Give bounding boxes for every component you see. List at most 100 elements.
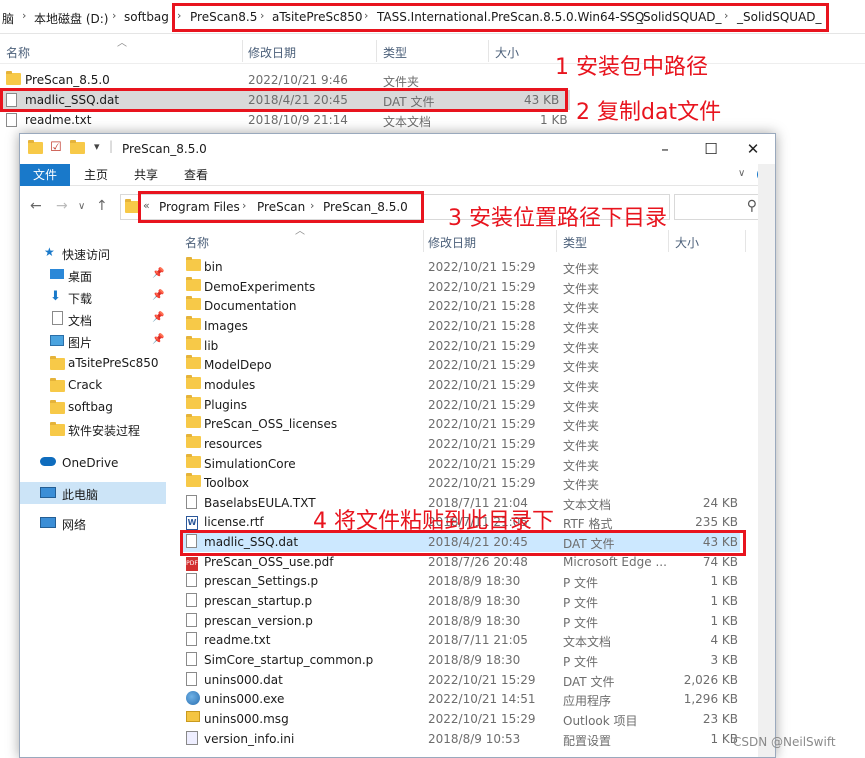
column-size-header[interactable]: 大小 — [495, 44, 519, 61]
file-date: 2022/10/21 15:29 — [428, 397, 536, 412]
close-icon[interactable]: ✕ — [742, 138, 764, 160]
bg-breadcrumb-segment[interactable]: softbag — [124, 10, 169, 24]
file-size: 23 KB — [702, 711, 738, 726]
column-type-header[interactable]: 类型 — [563, 234, 587, 251]
file-date: 2018/7/26 20:48 — [428, 554, 528, 569]
nav-item-documents[interactable]: 文档 📌 — [20, 308, 166, 330]
file-date: 2018/8/9 18:30 — [428, 574, 521, 589]
file-row[interactable]: version_info.ini 2018/8/9 10:53 配置设置 1 KB — [182, 729, 740, 749]
file-type: P 文件 — [563, 655, 599, 669]
bg-file-row[interactable]: readme.txt 2018/10/9 21:14 文本文档 1 KB — [0, 110, 570, 130]
maximize-icon[interactable]: ☐ — [700, 138, 722, 160]
nav-item-crack[interactable]: Crack — [20, 374, 166, 396]
search-input[interactable]: ⚲ — [674, 194, 764, 220]
file-date: 2018/7/11 21:05 — [428, 633, 528, 648]
exe-icon — [186, 691, 200, 708]
nav-label: Crack — [68, 378, 103, 392]
file-row[interactable]: unins000.msg 2022/10/21 15:29 Outlook 项目 23… — [182, 709, 740, 729]
column-name-header[interactable]: 名称 — [185, 234, 209, 251]
nav-item-atsiteprescan850[interactable]: aTsitePreSc850 — [20, 352, 166, 374]
file-row[interactable]: prescan_Settings.p 2018/8/9 18:30 P 文件 1 KB — [182, 571, 740, 591]
file-name: SimulationCore — [204, 456, 296, 471]
file-type: 文本文档 — [563, 635, 612, 650]
file-row[interactable]: DemoExperiments 2022/10/21 15:29 文件夹 — [182, 276, 740, 297]
nav-item-downloads[interactable]: ⬇ 下载 📌 — [20, 286, 166, 308]
file-row[interactable]: SimulationCore 2022/10/21 15:29 文件夹 — [182, 453, 740, 474]
star-icon: ★ — [44, 245, 55, 259]
pdf-icon: PDF — [186, 554, 198, 571]
chevron-right-icon: › — [112, 9, 117, 22]
pin-icon[interactable]: 📌 — [152, 334, 164, 345]
file-row[interactable]: ModelDepo 2022/10/21 15:29 文件夹 — [182, 355, 740, 375]
bg-file-row[interactable]: PreScan_8.5.0 2022/10/21 9:46 文件夹 — [0, 70, 570, 90]
tab-home[interactable]: 主页 — [78, 164, 114, 186]
picture-icon — [50, 335, 64, 346]
nav-item-desktop[interactable]: 桌面 📌 — [20, 264, 166, 286]
file-name: license.rtf — [204, 515, 264, 530]
up-arrow-icon[interactable]: ↑ — [96, 198, 108, 214]
file-size: 2,026 KB — [683, 672, 738, 687]
title-bar[interactable]: ☑ ▾ | PreScan_8.5.0 – ☐ ✕ — [20, 134, 775, 164]
file-row[interactable]: lib 2022/10/21 15:29 文件夹 — [182, 335, 740, 356]
file-size: 1,296 KB — [683, 692, 738, 707]
nav-item-onedrive[interactable]: OneDrive — [20, 452, 166, 474]
nav-label: 此电脑 — [62, 488, 99, 502]
file-row[interactable]: modules 2022/10/21 15:29 文件夹 — [182, 374, 740, 395]
nav-item-network[interactable]: 网络 — [20, 512, 166, 534]
file-size: 3 KB — [710, 653, 738, 667]
file-name: modules — [204, 377, 256, 392]
file-row[interactable]: readme.txt 2018/7/11 21:05 文本文档 4 KB — [182, 630, 740, 650]
column-size-header[interactable]: 大小 — [675, 234, 699, 251]
minimize-icon[interactable]: – — [654, 138, 676, 160]
bg-breadcrumb-segment[interactable]: 本地磁盘 (D:) — [34, 10, 108, 27]
nav-label: softbag — [68, 400, 113, 414]
file-row[interactable]: Documentation 2022/10/21 15:28 文件夹 — [182, 296, 740, 316]
recent-dropdown-icon[interactable]: ∨ — [78, 201, 85, 212]
pin-icon[interactable]: 📌 — [152, 268, 164, 279]
new-folder-icon[interactable] — [70, 140, 85, 157]
file-name: unins000.exe — [204, 692, 285, 707]
file-row[interactable]: resources 2022/10/21 15:29 文件夹 — [182, 433, 740, 454]
nav-label: OneDrive — [62, 456, 119, 470]
file-row[interactable]: prescan_startup.p 2018/8/9 18:30 P 文件 1 KB — [182, 591, 740, 611]
nav-item-install-process[interactable]: 软件安装过程 — [20, 418, 166, 440]
file-row[interactable]: SimCore_startup_common.p 2018/8/9 18:30 P … — [182, 650, 740, 670]
file-type: 文件夹 — [563, 281, 600, 296]
forward-arrow-icon[interactable]: → — [56, 198, 68, 214]
tab-view[interactable]: 查看 — [178, 164, 214, 186]
file-row[interactable]: Plugins 2022/10/21 15:29 文件夹 — [182, 394, 740, 415]
file-row[interactable]: prescan_version.p 2018/8/9 18:30 P 文件 1 KB — [182, 611, 740, 631]
vertical-scrollbar[interactable] — [758, 164, 775, 757]
folder-icon — [186, 257, 201, 274]
quick-access-dropdown-icon[interactable]: ▾ — [94, 140, 100, 153]
nav-item-this-pc[interactable]: 此电脑 — [20, 482, 166, 504]
tab-file[interactable]: 文件 — [20, 164, 70, 186]
folder-icon — [6, 71, 21, 88]
column-divider — [488, 40, 489, 62]
file-row[interactable]: PreScan_OSS_licenses 2022/10/21 15:29 文件夹 — [182, 414, 740, 434]
file-row[interactable]: unins000.dat 2022/10/21 15:29 DAT 文件 2,026 … — [182, 670, 740, 690]
pin-icon[interactable]: 📌 — [152, 290, 164, 301]
back-arrow-icon[interactable]: ← — [30, 198, 42, 214]
file-row[interactable]: bin 2022/10/21 15:29 文件夹 — [182, 257, 740, 277]
folder-icon — [186, 394, 201, 412]
nav-item-softbag[interactable]: softbag — [20, 396, 166, 418]
column-name-header[interactable]: 名称 — [6, 44, 30, 61]
file-row[interactable]: unins000.exe 2022/10/21 14:51 应用程序 1,296 KB — [182, 689, 740, 709]
column-type-header[interactable]: 类型 — [383, 44, 407, 61]
annotation-box-package-path — [172, 3, 829, 32]
file-type: 文件夹 — [563, 340, 600, 355]
column-date-header[interactable]: 修改日期 — [428, 234, 476, 251]
file-row[interactable]: Toolbox 2022/10/21 15:29 文件夹 — [182, 473, 740, 493]
pin-icon[interactable]: 📌 — [152, 312, 164, 323]
file-size: 1 KB — [540, 113, 568, 127]
column-date-header[interactable]: 修改日期 — [248, 44, 296, 61]
nav-item-pictures[interactable]: 图片 📌 — [20, 330, 166, 352]
tab-share[interactable]: 共享 — [128, 164, 164, 186]
ribbon-expand-icon[interactable]: ∨ — [738, 168, 745, 179]
nav-item-quick-access[interactable]: ★ 快速访问 — [20, 242, 166, 264]
file-row[interactable]: Images 2022/10/21 15:28 文件夹 — [182, 315, 740, 336]
properties-icon[interactable]: ☑ — [50, 140, 62, 155]
file-date: 2022/10/21 15:29 — [428, 456, 536, 471]
bg-breadcrumb-segment[interactable]: 脑 — [2, 10, 14, 27]
